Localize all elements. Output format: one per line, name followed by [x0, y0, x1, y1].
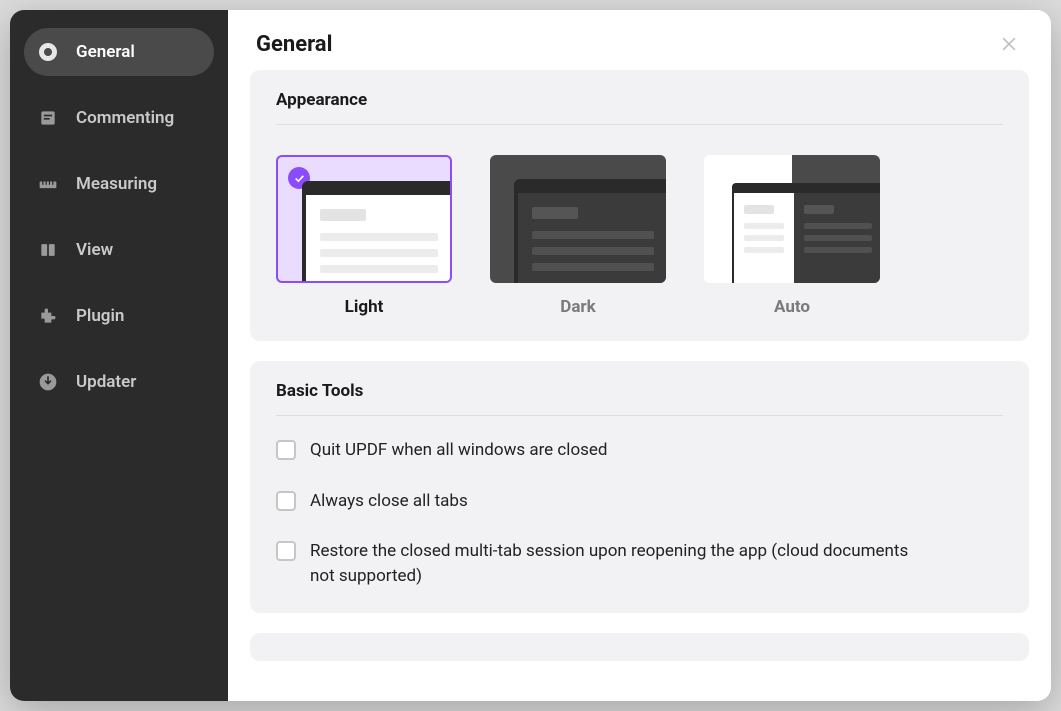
option-quit-on-close: Quit UPDF when all windows are closed	[276, 438, 1003, 463]
sidebar-item-label: General	[76, 42, 135, 62]
checkbox-quit-on-close[interactable]	[276, 440, 296, 460]
sidebar-item-label: Measuring	[76, 174, 157, 194]
basic-tools-section: Basic Tools Quit UPDF when all windows a…	[250, 361, 1029, 613]
appearance-section: Appearance Light Dark	[250, 70, 1029, 341]
download-icon	[38, 372, 58, 392]
theme-thumb-dark	[490, 155, 666, 283]
theme-thumb-auto	[704, 155, 880, 283]
theme-thumb-light	[276, 155, 452, 283]
pages-icon	[38, 240, 58, 260]
theme-option-dark[interactable]: Dark	[490, 155, 666, 317]
checkbox-always-close-tabs[interactable]	[276, 491, 296, 511]
theme-option-auto[interactable]: Auto	[704, 155, 880, 317]
close-icon	[999, 34, 1019, 54]
puzzle-icon	[38, 306, 58, 326]
next-section-peek	[250, 633, 1029, 661]
sidebar-item-label: Updater	[76, 372, 136, 392]
theme-label-light: Light	[345, 297, 384, 317]
page-title: General	[256, 32, 332, 57]
preferences-modal: General Commenting Measuring View Plugin	[10, 10, 1051, 701]
section-title-basic-tools: Basic Tools	[276, 381, 1003, 416]
option-always-close-tabs: Always close all tabs	[276, 489, 1003, 514]
ruler-icon	[38, 174, 58, 194]
close-button[interactable]	[995, 30, 1023, 58]
sidebar-item-measuring[interactable]: Measuring	[24, 160, 214, 208]
theme-options: Light Dark Auto	[276, 147, 1003, 321]
preferences-content: General Appearance Light	[228, 10, 1051, 701]
sidebar-item-label: Plugin	[76, 306, 124, 326]
preferences-sidebar: General Commenting Measuring View Plugin	[10, 10, 228, 701]
option-restore-session: Restore the closed multi-tab session upo…	[276, 539, 1003, 588]
sidebar-item-view[interactable]: View	[24, 226, 214, 274]
option-label: Quit UPDF when all windows are closed	[310, 438, 608, 463]
checkbox-restore-session[interactable]	[276, 541, 296, 561]
content-header: General	[228, 10, 1051, 70]
section-title-appearance: Appearance	[276, 90, 1003, 125]
content-scroll[interactable]: Appearance Light Dark	[228, 70, 1051, 701]
sidebar-item-commenting[interactable]: Commenting	[24, 94, 214, 142]
theme-label-dark: Dark	[560, 297, 595, 317]
note-icon	[38, 108, 58, 128]
sidebar-item-plugin[interactable]: Plugin	[24, 292, 214, 340]
sidebar-item-label: View	[76, 240, 113, 260]
sidebar-item-updater[interactable]: Updater	[24, 358, 214, 406]
option-label: Restore the closed multi-tab session upo…	[310, 539, 910, 588]
sidebar-item-general[interactable]: General	[24, 28, 214, 76]
sidebar-item-label: Commenting	[76, 108, 174, 128]
radio-icon	[38, 42, 58, 62]
theme-label-auto: Auto	[774, 297, 810, 317]
theme-option-light[interactable]: Light	[276, 155, 452, 317]
option-label: Always close all tabs	[310, 489, 468, 514]
